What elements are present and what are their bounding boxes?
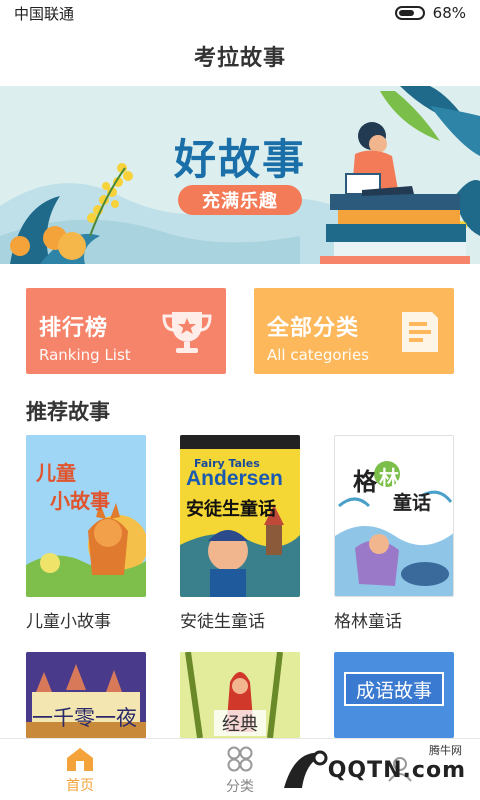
grid-icon [227, 746, 253, 771]
watermark: 腾牛网 QQTN.com [270, 738, 480, 800]
battery-percent: 68% [432, 4, 466, 22]
book-item[interactable]: 一千零一夜 [26, 652, 148, 738]
book-item[interactable]: Fairy Tales Andersen 安徒生童话 安徒生童话 [180, 435, 302, 632]
book-item[interactable]: 成语故事 [334, 652, 456, 738]
promo-banner[interactable]: 好故事 充满乐趣 [0, 86, 480, 264]
battery-fill [398, 10, 414, 16]
cover-text: 小故事 [50, 489, 110, 513]
cover-text: 林 [379, 466, 399, 490]
banner-title: 好故事 [174, 135, 307, 184]
carrier-label: 中国联通 [14, 4, 75, 23]
cover-text: 儿童 [36, 461, 76, 485]
cover-text: 成语故事 [344, 672, 444, 706]
cover-text: 童话 [393, 492, 432, 514]
status-right: 68% [394, 4, 466, 22]
book-title: 格林童话 [334, 612, 402, 632]
trophy-icon [160, 308, 214, 360]
home-icon [67, 747, 93, 771]
ranking-list-card[interactable]: 排行榜 Ranking List [26, 288, 226, 374]
book-title: 安徒生童话 [180, 612, 265, 632]
watermark-text: QQTN.com [327, 758, 466, 783]
status-bar: 中国联通 68% [0, 0, 480, 26]
nav-home[interactable]: 首页 [0, 739, 160, 800]
book-item[interactable]: 儿童 小故事 儿童小故事 [26, 435, 148, 632]
page-title: 考拉故事 [193, 46, 286, 71]
book-cover: 成语故事 [334, 652, 454, 738]
book-item[interactable]: 经典 [180, 652, 302, 738]
recommended-section-title: 推荐故事 [26, 400, 110, 424]
cover-text: 一千零一夜 [32, 706, 137, 730]
book-item[interactable]: 格 林 童话 格林童话 [334, 435, 456, 632]
cover-text: 格 [353, 468, 377, 496]
book-title: 儿童小故事 [26, 612, 111, 632]
all-categories-card[interactable]: 全部分类 All categories [254, 288, 454, 374]
document-icon [398, 308, 442, 360]
nav-label: 首页 [66, 777, 94, 794]
book-cover: 经典 [180, 652, 300, 738]
nav-label: 分类 [226, 778, 254, 795]
banner-subtitle-badge: 充满乐趣 [178, 185, 302, 215]
book-cover: Fairy Tales Andersen 安徒生童话 [180, 435, 300, 597]
book-cover: 格 林 童话 [334, 435, 454, 597]
cover-text: Andersen [186, 467, 283, 490]
book-cover: 儿童 小故事 [26, 435, 146, 597]
book-cover: 一千零一夜 [26, 652, 146, 738]
cover-text: 安徒生童话 [186, 499, 276, 520]
battery-icon [394, 6, 425, 20]
watermark-small-text: 腾牛网 [429, 744, 462, 757]
cover-text: 经典 [214, 710, 266, 736]
